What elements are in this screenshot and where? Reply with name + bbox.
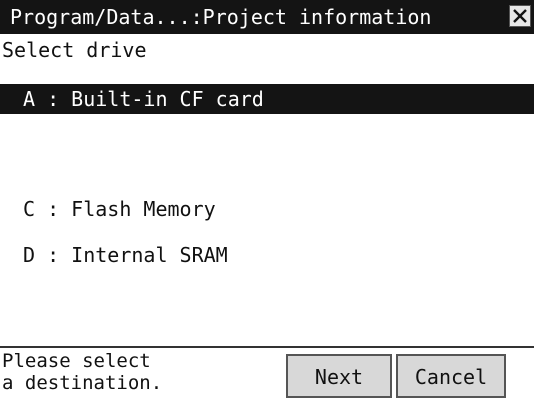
drive-item-c[interactable]: C : Flash Memory (0, 194, 534, 224)
close-icon (513, 9, 527, 23)
footer-bar: Please select a destination. Next Cancel (0, 346, 534, 399)
status-message: Please select a destination. (2, 350, 163, 394)
drive-item-d[interactable]: D : Internal SRAM (0, 240, 534, 270)
window-title: Program/Data...:Project information (10, 5, 432, 29)
cancel-button[interactable]: Cancel (396, 354, 506, 398)
drive-item-label: D : Internal SRAM (23, 243, 228, 267)
select-drive-prompt: Select drive (2, 38, 147, 62)
drive-item-label: C : Flash Memory (23, 197, 216, 221)
close-button[interactable] (509, 5, 531, 27)
drive-item-label: A : Built-in CF card (23, 87, 264, 111)
drive-item-a[interactable]: A : Built-in CF card (0, 84, 534, 114)
next-button[interactable]: Next (286, 354, 392, 398)
title-bar: Program/Data...:Project information (0, 0, 534, 34)
